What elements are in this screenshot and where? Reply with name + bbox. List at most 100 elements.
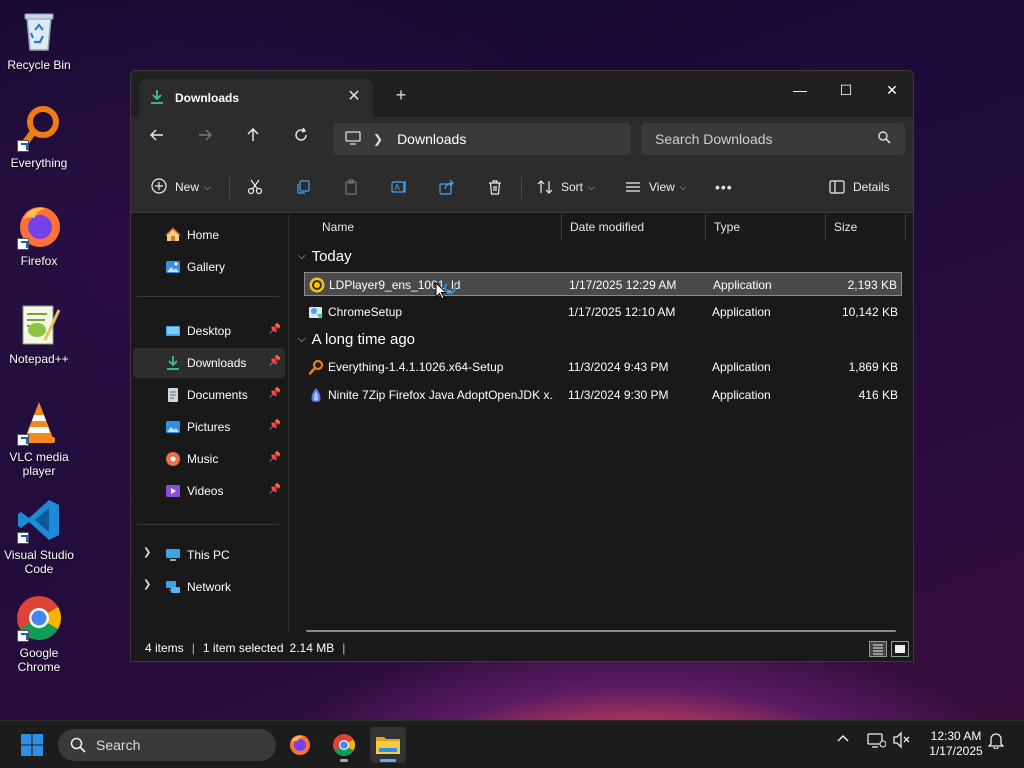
sidebar-item-pictures[interactable]: Pictures 📌 <box>133 412 285 442</box>
taskbar-clock[interactable]: 12:30 AM 1/17/2025 <box>916 729 996 759</box>
pin-icon[interactable]: 📌 <box>269 420 281 431</box>
paste-button[interactable] <box>343 175 359 199</box>
tab-downloads[interactable]: Downloads ✕ <box>139 79 373 117</box>
desktop-icon-everything[interactable]: Everything <box>2 104 76 170</box>
monitor-icon <box>345 130 361 148</box>
rename-button[interactable]: A <box>391 175 407 199</box>
chevron-up-icon <box>837 734 849 742</box>
file-row[interactable]: ChromeSetup 1/17/2025 12:10 AM Applicati… <box>304 300 902 324</box>
volume-muted-icon[interactable] <box>892 731 912 752</box>
desktop-icon-label: VLC media player <box>9 450 69 478</box>
breadcrumb-downloads[interactable]: Downloads <box>397 131 466 147</box>
view-button[interactable]: View ⌵ <box>625 175 687 199</box>
group-header-a-long-time-ago[interactable]: ⌵ A long time ago <box>298 331 415 348</box>
minimize-button[interactable]: — <box>777 75 823 105</box>
sort-button[interactable]: Sort ⌵ <box>537 175 595 199</box>
sidebar-item-documents[interactable]: Documents 📌 <box>133 380 285 410</box>
file-type: Application <box>712 388 771 402</box>
file-size: 2,193 KB <box>847 278 897 292</box>
desktop-icon-firefox[interactable]: Firefox <box>2 202 76 268</box>
chevron-down-icon: ⌵ <box>204 181 211 192</box>
vscode-icon <box>15 496 63 544</box>
details-pane-button[interactable]: Details <box>829 175 890 199</box>
pin-icon[interactable]: 📌 <box>269 388 281 399</box>
sidebar-item-gallery[interactable]: Gallery <box>133 252 285 282</box>
view-label: View <box>649 180 675 194</box>
file-date: 11/3/2024 9:30 PM <box>568 388 669 402</box>
details-view-icon[interactable] <box>869 641 887 657</box>
sidebar-item-this-pc[interactable]: ❯ This PC <box>133 540 285 570</box>
sidebar-item-videos[interactable]: Videos 📌 <box>133 476 285 506</box>
back-button[interactable] <box>143 127 171 151</box>
sidebar-item-label: Documents <box>187 388 248 402</box>
file-row[interactable]: Everything-1.4.1.1026.x64-Setup 11/3/202… <box>304 355 902 379</box>
column-header-date-modified[interactable]: Date modified <box>562 214 706 240</box>
selection-size: 2.14 MB <box>289 641 335 655</box>
sidebar-item-music[interactable]: Music 📌 <box>133 444 285 474</box>
firefox-icon <box>15 202 63 250</box>
group-header-today[interactable]: ⌵ Today <box>298 248 352 265</box>
chevron-right-icon[interactable]: ❯ <box>143 579 151 590</box>
column-header-type[interactable]: Type <box>706 214 826 240</box>
sidebar-item-label: Gallery <box>187 260 226 274</box>
address-bar[interactable]: ❯ Downloads <box>333 123 631 155</box>
clock-time: 12:30 AM <box>930 729 982 743</box>
sidebar-divider <box>137 296 279 297</box>
file-list: Name Date modified Type Size ⌵ Today LDP… <box>290 214 913 632</box>
network-status-icon[interactable] <box>866 731 887 752</box>
search-input[interactable] <box>655 131 878 147</box>
sidebar-item-desktop[interactable]: Desktop 📌 <box>133 316 285 346</box>
file-row[interactable]: LDPlayer9_ens_1001_ld 1/17/2025 12:29 AM… <box>304 272 902 296</box>
sidebar-item-label: Pictures <box>187 420 231 434</box>
videos-folder-icon <box>165 483 181 499</box>
sidebar-item-label: Desktop <box>187 324 232 338</box>
refresh-button[interactable] <box>287 127 315 151</box>
sidebar-item-downloads[interactable]: Downloads 📌 <box>133 348 285 378</box>
search-box[interactable] <box>641 123 905 155</box>
large-icons-view-icon[interactable] <box>891 641 909 657</box>
home-icon <box>165 227 181 243</box>
search-icon[interactable] <box>878 131 891 147</box>
pin-icon[interactable]: 📌 <box>269 324 281 335</box>
delete-button[interactable] <box>487 175 503 199</box>
forward-button[interactable] <box>191 127 219 151</box>
column-header-size[interactable]: Size <box>826 214 906 240</box>
notifications-bell-icon[interactable] <box>987 731 1005 752</box>
chevron-right-icon[interactable]: ❯ <box>143 547 151 558</box>
taskbar-app-firefox[interactable] <box>282 727 318 763</box>
pin-icon[interactable]: 📌 <box>269 452 281 463</box>
maximize-button[interactable]: ☐ <box>823 75 869 105</box>
more-options-button[interactable]: ••• <box>715 175 733 199</box>
pin-icon[interactable]: 📌 <box>269 356 281 367</box>
up-button[interactable] <box>239 127 267 151</box>
sidebar-item-home[interactable]: Home <box>133 220 285 250</box>
show-hidden-icons-button[interactable] <box>836 731 850 748</box>
new-tab-button[interactable]: + <box>391 85 411 105</box>
start-button[interactable] <box>14 727 50 763</box>
close-tab-icon[interactable]: ✕ <box>345 88 363 106</box>
selection-count: 1 item selected <box>202 641 284 655</box>
column-header-name[interactable]: Name <box>314 214 562 240</box>
cut-button[interactable] <box>247 175 263 199</box>
desktop-icon-chrome[interactable]: Google Chrome <box>2 594 76 674</box>
chevron-right-icon: ❯ <box>373 132 384 146</box>
desktop-icon-notepad-plus-plus[interactable]: Notepad++ <box>2 300 76 366</box>
taskbar-app-file-explorer[interactable] <box>370 727 406 763</box>
taskbar-app-chrome[interactable] <box>326 727 362 763</box>
desktop-icon-vscode[interactable]: Visual Studio Code <box>2 496 76 576</box>
rename-icon: A <box>391 181 406 193</box>
toolbar-divider <box>521 177 522 199</box>
pin-icon[interactable]: 📌 <box>269 484 281 495</box>
taskbar-search[interactable]: Search <box>58 729 276 761</box>
desktop-icon-recycle-bin[interactable]: Recycle Bin <box>2 6 76 72</box>
desktop-icon-vlc[interactable]: VLC media player <box>2 398 76 478</box>
new-button[interactable]: New ⌵ <box>151 175 211 199</box>
file-row[interactable]: Ninite 7Zip Firefox Java AdoptOpenJDK x.… <box>304 383 902 407</box>
share-button[interactable] <box>439 175 455 199</box>
copy-icon <box>297 180 310 194</box>
tab-title: Downloads <box>175 91 240 105</box>
close-window-button[interactable]: ✕ <box>869 75 913 105</box>
copy-button[interactable] <box>295 175 311 199</box>
horizontal-scrollbar[interactable] <box>306 630 896 632</box>
sidebar-item-network[interactable]: ❯ Network <box>133 572 285 602</box>
